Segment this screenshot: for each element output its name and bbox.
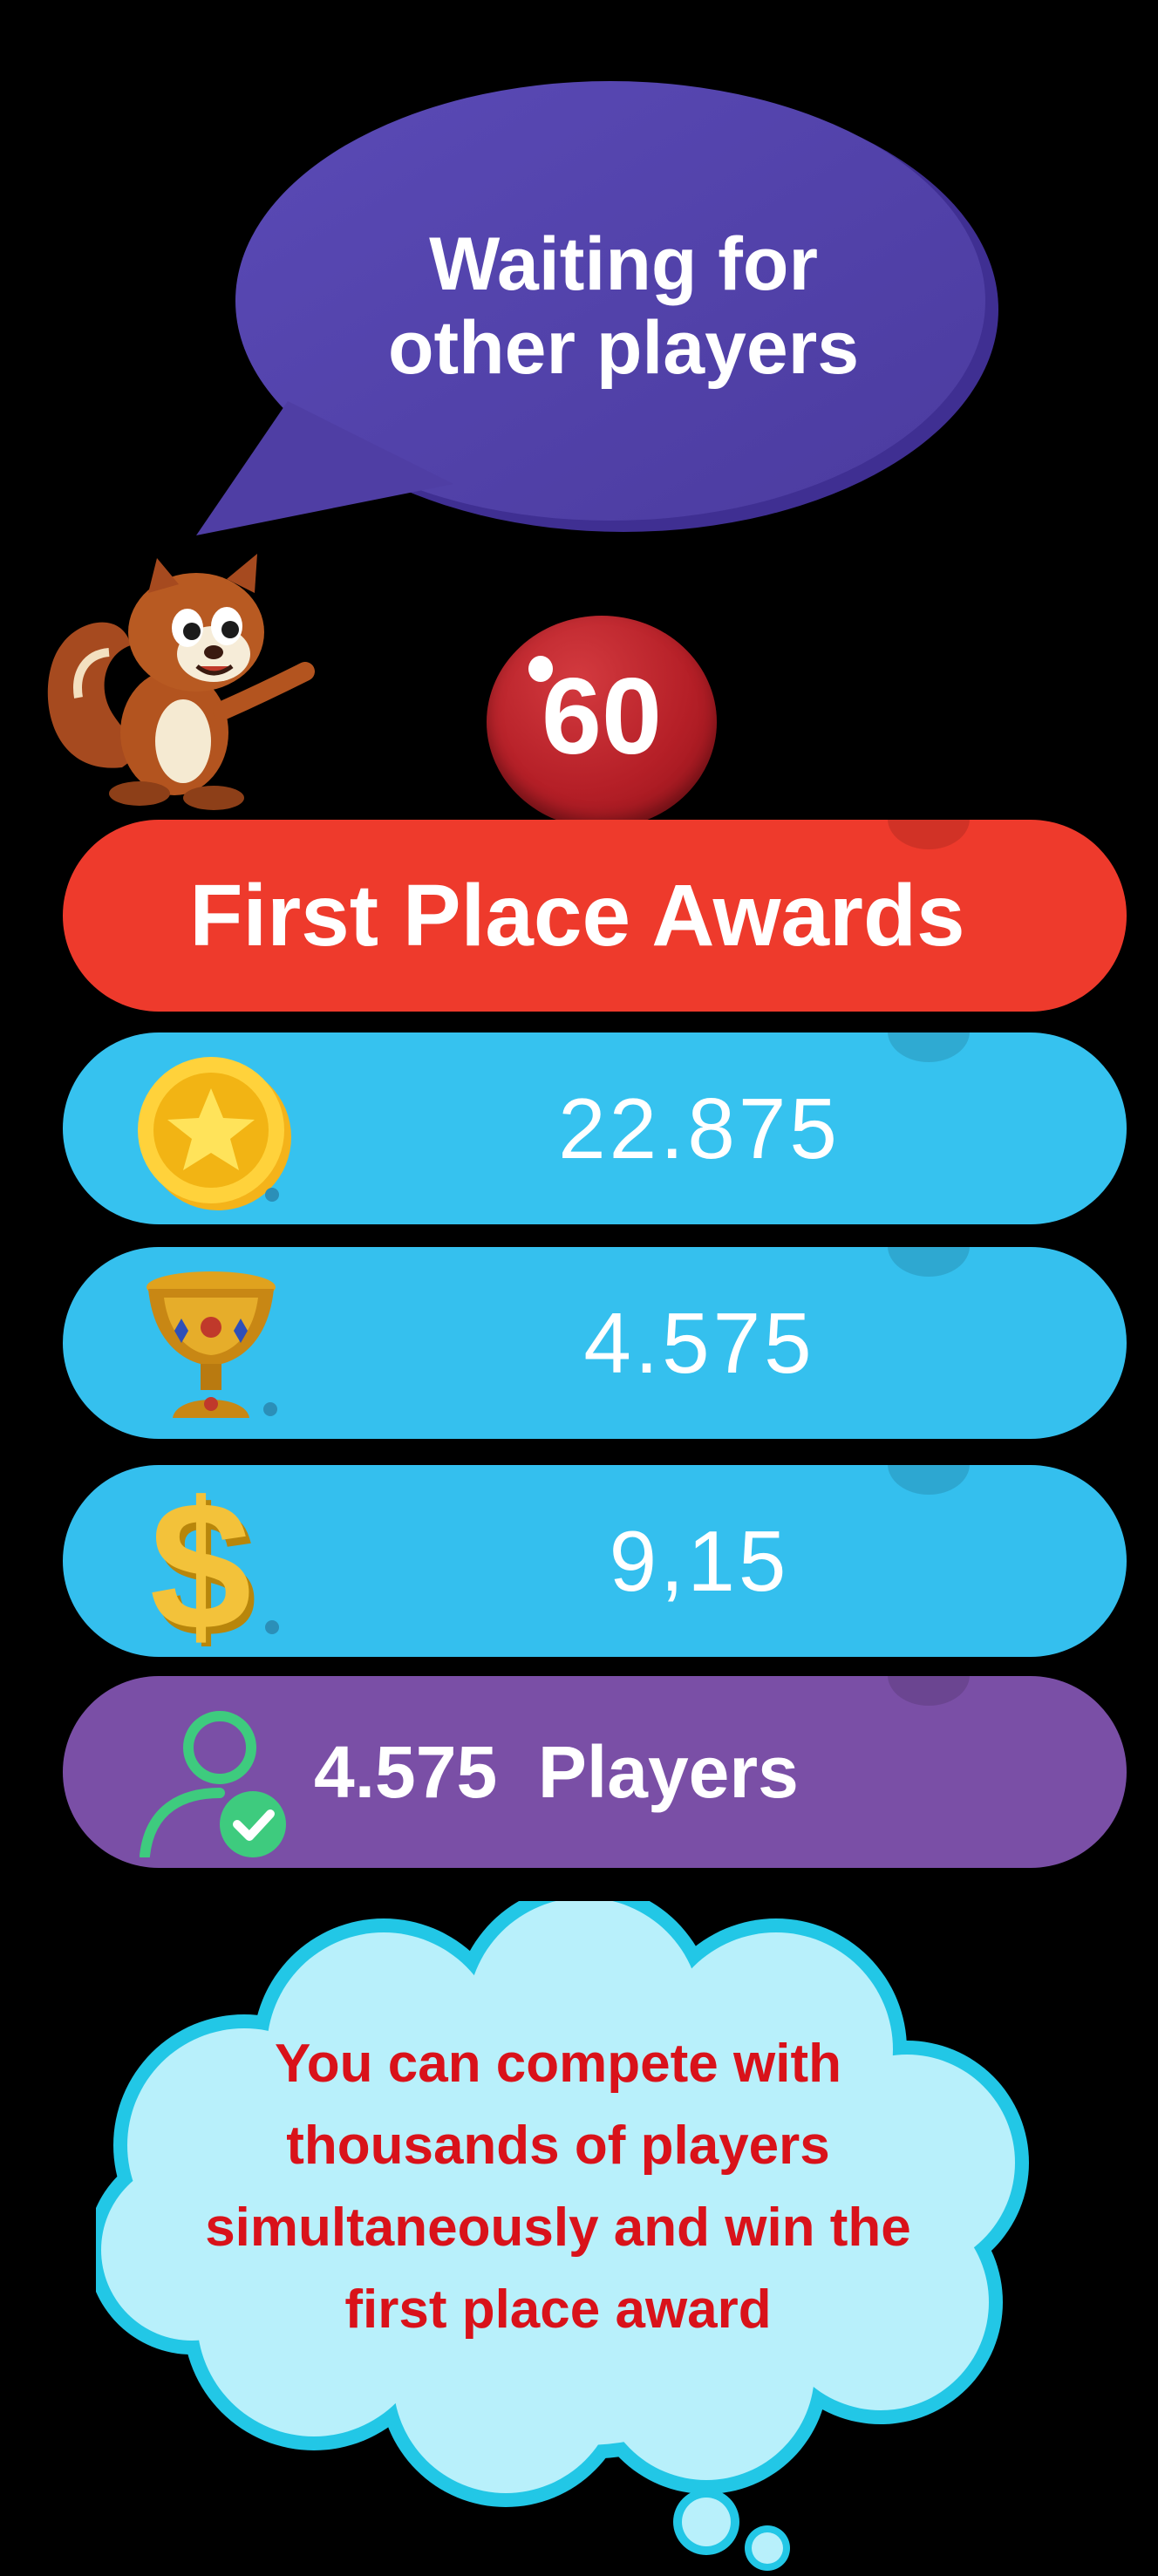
players-value: 4.575 Players	[314, 1731, 799, 1813]
cloud-line-3: simultaneously and win the	[205, 2198, 911, 2258]
dollar-value: 9,15	[609, 1513, 790, 1609]
pill-notch	[888, 1676, 970, 1706]
awards-title: First Place Awards	[189, 867, 965, 964]
coins-value: 22.875	[558, 1080, 841, 1176]
award-row-dollar: $ $ 9,15	[63, 1465, 1127, 1657]
awards-header: First Place Awards	[63, 820, 1127, 1012]
countdown-timer: 60	[487, 616, 717, 828]
timer-value: 60	[542, 657, 662, 777]
user-check-icon	[140, 1711, 286, 1857]
dollar-glyph: $	[150, 1481, 252, 1646]
cloud-line-1: You can compete with	[275, 2034, 841, 2094]
award-row-players: 4.575 Players	[63, 1676, 1127, 1868]
cloud-line-2: thousands of players	[286, 2116, 830, 2176]
cloud-line-4: first place award	[344, 2280, 772, 2340]
speech-bubble-text: Waiting for other players	[262, 222, 985, 390]
trophy-value: 4.575	[583, 1295, 815, 1391]
speech-line-1: Waiting for	[429, 222, 818, 306]
award-row-trophy: 4.575	[63, 1247, 1127, 1439]
award-row-coins: 22.875	[63, 1032, 1127, 1224]
speech-line-2: other players	[387, 306, 860, 390]
squirrel-mascot	[47, 554, 315, 810]
cloud-text: You can compete with thousands of player…	[140, 2023, 977, 2351]
